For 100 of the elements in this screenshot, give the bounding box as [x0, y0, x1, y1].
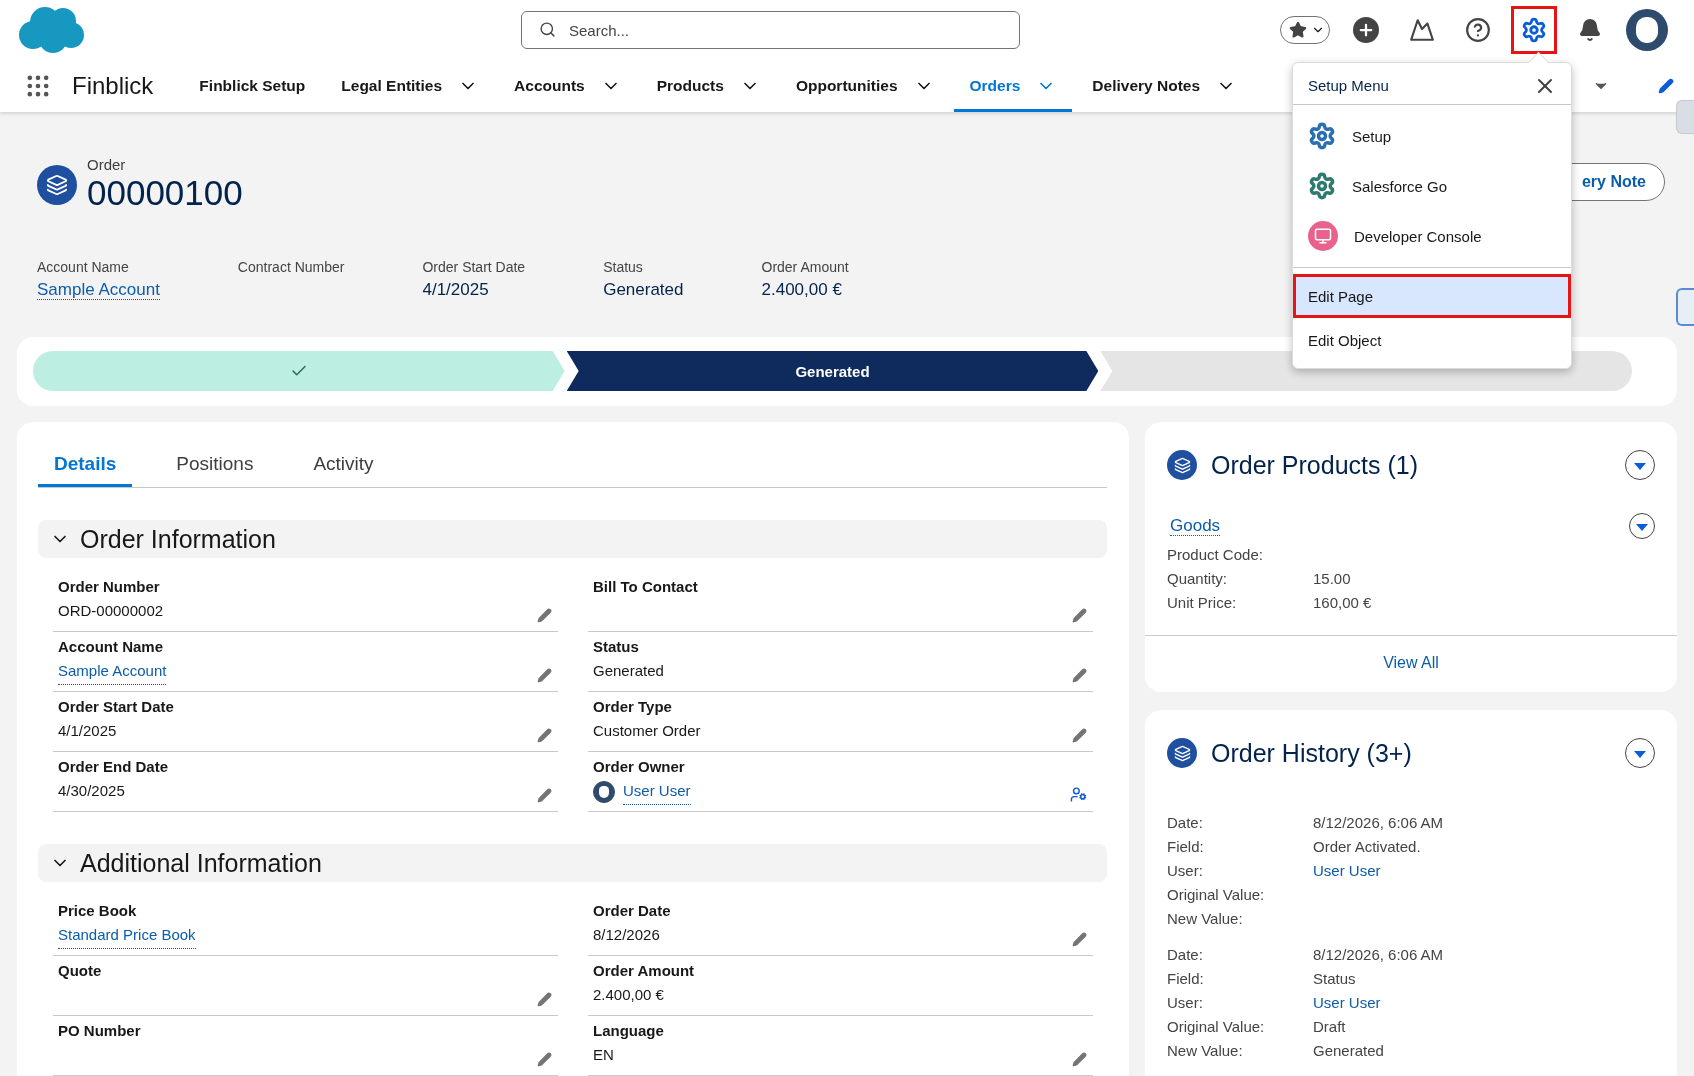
- card-title: Order History (3+): [1211, 738, 1413, 768]
- field-value: Customer Order: [593, 721, 701, 741]
- edit-icon[interactable]: [537, 992, 552, 1007]
- field-label: New Value:: [1167, 909, 1244, 929]
- edit-icon[interactable]: [1072, 668, 1087, 683]
- menu-item[interactable]: Edit Object: [1293, 318, 1571, 362]
- monitor-icon: [1308, 221, 1338, 251]
- edit-icon[interactable]: [537, 728, 552, 743]
- field-label: Quote: [58, 961, 103, 981]
- field-label: Date:: [1167, 945, 1204, 965]
- card-title: Order Products (1): [1211, 450, 1419, 480]
- field-label: Order Number: [58, 577, 161, 597]
- dropdown-button[interactable]: [1629, 513, 1655, 539]
- view-all-link[interactable]: View All: [1383, 654, 1439, 671]
- menu-item[interactable]: Edit Page: [1293, 274, 1571, 318]
- star-icon: [1289, 21, 1307, 39]
- edit-icon[interactable]: [1658, 78, 1674, 94]
- edit-icon[interactable]: [1072, 728, 1087, 743]
- edit-icon[interactable]: [537, 608, 552, 623]
- field-link[interactable]: Sample Account: [58, 658, 167, 685]
- nav-tab[interactable]: Products: [640, 60, 776, 112]
- user-link[interactable]: User User: [623, 778, 691, 805]
- highlight-value: 2.400,00 €: [761, 280, 842, 299]
- field-value: ORD-00000002: [58, 601, 164, 621]
- field-value: 160,00 €: [1313, 594, 1372, 611]
- highlight-value: Generated: [603, 280, 684, 299]
- edit-icon[interactable]: [537, 788, 552, 803]
- edit-icon[interactable]: [1072, 1052, 1087, 1067]
- menu-title: Setup Menu: [1308, 77, 1389, 94]
- highlight-value: 4/1/2025: [422, 280, 489, 299]
- change-owner-icon[interactable]: [1070, 786, 1087, 803]
- path-step[interactable]: Generated: [566, 351, 1099, 391]
- cloud-tab[interactable]: [1676, 288, 1694, 326]
- record-type: Order: [87, 156, 127, 173]
- field-value: 4/1/2025: [58, 721, 117, 741]
- nav-tab[interactable]: Opportunities: [779, 60, 950, 112]
- field-label: PO Number: [58, 1021, 142, 1041]
- tab[interactable]: Positions: [160, 443, 270, 487]
- product-link[interactable]: Goods: [1170, 516, 1221, 536]
- field-label: Unit Price:: [1167, 593, 1238, 613]
- highlight-label: Account Name: [37, 258, 130, 277]
- highlight-link[interactable]: Sample Account: [37, 280, 160, 300]
- order-icon: [1167, 450, 1197, 480]
- highlight-label: Order Amount: [761, 258, 849, 277]
- highlight-label: Contract Number: [237, 258, 345, 277]
- field-value: Status: [1313, 970, 1356, 987]
- menu-item[interactable]: Setup: [1293, 111, 1571, 161]
- section-title: Order Information: [80, 524, 276, 554]
- order-icon: [1167, 738, 1197, 768]
- field-value: 8/12/2026, 6:06 AM: [1313, 814, 1444, 831]
- record-title: 00000100: [87, 173, 243, 213]
- field-label: Field:: [1167, 837, 1205, 857]
- edit-icon[interactable]: [1072, 932, 1087, 947]
- search-field[interactable]: Search...: [521, 11, 1020, 49]
- edit-icon[interactable]: [1072, 608, 1087, 623]
- field-label: Order End Date: [58, 757, 170, 777]
- field-value: 8/12/2026: [593, 925, 660, 945]
- dropdown-button[interactable]: [1625, 738, 1655, 768]
- field-link[interactable]: Standard Price Book: [58, 922, 196, 949]
- field-value: Generated: [1313, 1042, 1384, 1059]
- field-label: Language: [593, 1021, 665, 1041]
- field-label: Order Owner: [593, 757, 686, 777]
- nav-tab[interactable]: Accounts: [498, 60, 637, 112]
- field-label: Product Code:: [1167, 545, 1264, 565]
- field-label: Price Book: [58, 901, 138, 921]
- menu-item[interactable]: Developer Console: [1293, 211, 1571, 261]
- user-link[interactable]: User User: [1313, 862, 1381, 879]
- field-label: User:: [1167, 861, 1204, 881]
- field-label: User:: [1167, 993, 1204, 1013]
- field-label: Order Type: [593, 697, 673, 717]
- order-icon: [37, 164, 77, 205]
- field-value: 4/30/2025: [58, 781, 125, 801]
- nav-tab[interactable]: Finblick Setup: [183, 60, 322, 112]
- field-value: Order Activated.: [1313, 838, 1421, 855]
- field-value: Generated: [593, 661, 664, 681]
- avatar-icon[interactable]: [1626, 9, 1668, 51]
- tab[interactable]: Details: [38, 443, 133, 487]
- field-value: Draft: [1313, 1018, 1346, 1035]
- nav-tab[interactable]: Delivery Notes: [1076, 60, 1253, 112]
- field-label: Field:: [1167, 969, 1205, 989]
- nav-tab[interactable]: Orders: [953, 60, 1073, 112]
- settings-icon[interactable]: [1514, 9, 1554, 51]
- edit-icon[interactable]: [537, 1052, 552, 1067]
- section-header[interactable]: Additional Information: [38, 844, 1107, 882]
- tab[interactable]: Activity: [297, 443, 390, 487]
- section-header[interactable]: Order Information: [38, 520, 1107, 558]
- section-title: Additional Information: [80, 848, 322, 878]
- highlight-label: Order Start Date: [422, 258, 526, 277]
- field-label: Order Amount: [593, 961, 696, 981]
- field-label: Account Name: [58, 637, 165, 657]
- edit-icon[interactable]: [537, 668, 552, 683]
- cloud-logo[interactable]: [17, 5, 85, 55]
- field-label: Bill To Contact: [593, 577, 699, 597]
- dropdown-button[interactable]: [1625, 450, 1655, 480]
- nav-tab[interactable]: Legal Entities: [325, 60, 495, 112]
- field-value: 15.00: [1313, 570, 1351, 587]
- search-icon: [539, 21, 556, 38]
- field-label: Original Value:: [1167, 1017, 1266, 1037]
- user-link[interactable]: User User: [1313, 994, 1381, 1011]
- field-label: Quantity:: [1167, 569, 1229, 589]
